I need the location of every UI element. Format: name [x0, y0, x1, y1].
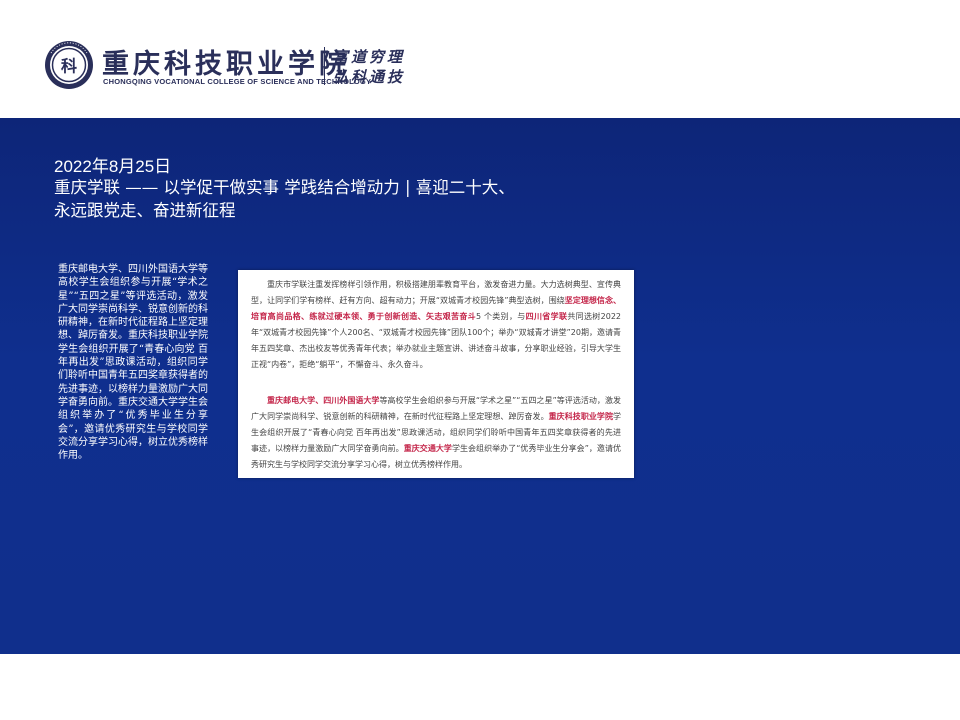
article-highlight: 重庆科技职业学院	[548, 412, 613, 421]
school-name-en: CHONGQING VOCATIONAL COLLEGE OF SCIENCE …	[103, 77, 372, 86]
article-screenshot: 重庆市学联注重发挥榜样引领作用，积极搭建朋辈教育平台，激发奋进力量。大力选树典型…	[238, 270, 634, 478]
article-text: 5 个类别，与	[476, 312, 526, 321]
header-divider	[324, 47, 325, 85]
article-paragraph-1: 重庆市学联注重发挥榜样引领作用，积极搭建朋辈教育平台，激发奋进力量。大力选树典型…	[251, 277, 621, 373]
motto-line-2: 弘科通技	[333, 68, 406, 86]
article-paragraph-2: 重庆邮电大学、四川外国语大学等高校学生会组织参与开展“学术之星”“五四之星”等评…	[251, 393, 621, 473]
college-header: 科 重庆科技职业学院 CHONGQING VOCATIONAL COLLEGE …	[0, 0, 960, 118]
school-name-cn: 重庆科技职业学院	[102, 49, 350, 80]
news-date: 2022年8月25日	[54, 157, 172, 176]
seal-glyph: 科	[61, 57, 77, 76]
article-highlight: 四川省学联	[525, 312, 568, 321]
content-panel: 2022年8月25日 重庆学联 —— 以学促干做实事 学践结合增动力 | 喜迎二…	[0, 118, 960, 654]
page-footer	[0, 654, 960, 720]
motto-line-1: 富道穷理	[333, 48, 406, 66]
news-body: 重庆邮电大学、四川外国语大学等高校学生会组织参与开展“学术之星”“五四之星”等评…	[58, 264, 208, 462]
college-seal-icon: 科	[45, 41, 93, 89]
news-title: 重庆学联 —— 以学促干做实事 学践结合增动力 | 喜迎二十大、永远跟党走、奋进…	[54, 178, 515, 220]
article-highlight: 重庆邮电大学、四川外国语大学	[267, 396, 380, 405]
article-highlight: 重庆交通大学	[403, 444, 452, 453]
